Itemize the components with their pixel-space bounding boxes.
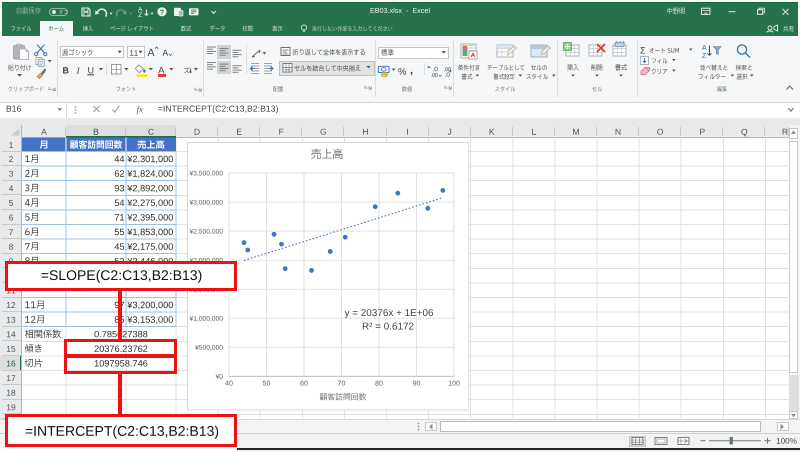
svg-text:Z: Z — [702, 53, 707, 60]
svg-text:A: A — [702, 45, 707, 52]
svg-text:?: ? — [160, 8, 165, 17]
svg-text:Z: Z — [138, 12, 142, 19]
